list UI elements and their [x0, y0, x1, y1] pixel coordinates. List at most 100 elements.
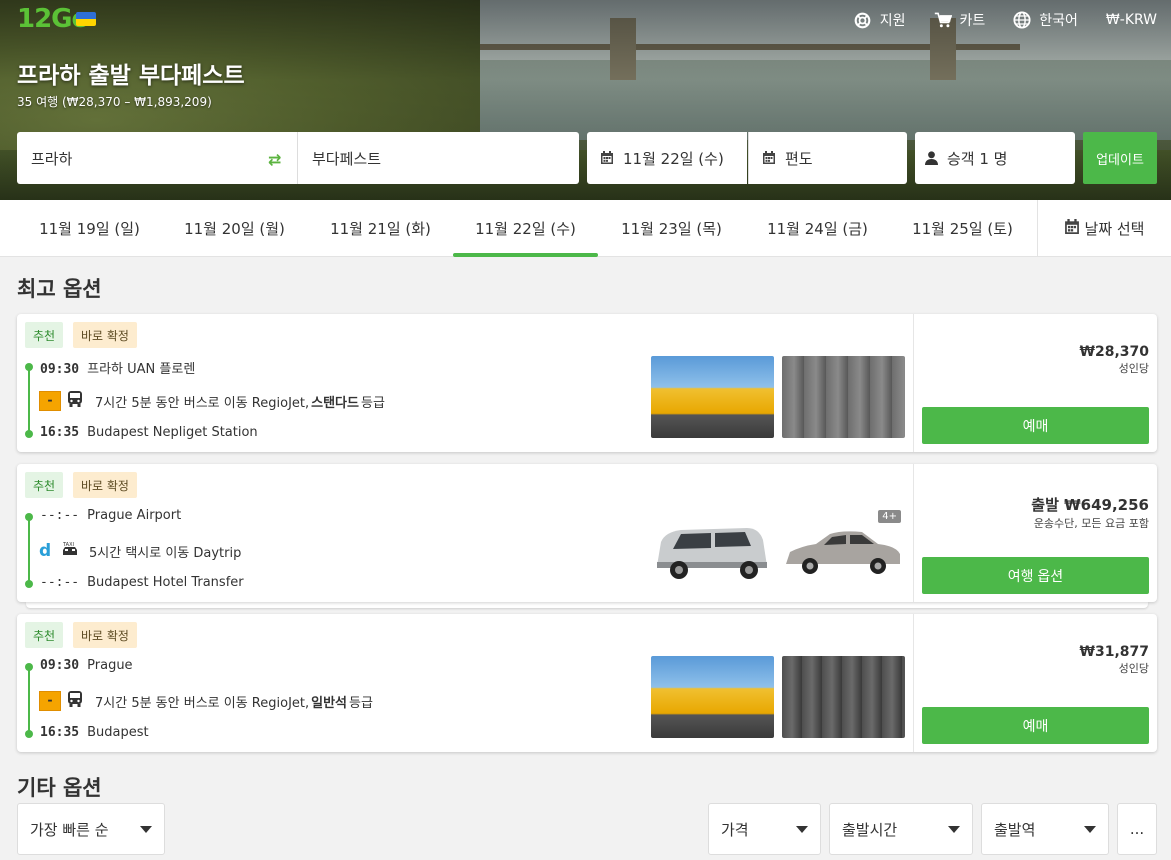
timeline-dot	[25, 580, 33, 588]
departure-time-filter[interactable]: 출발시간	[829, 803, 973, 855]
departure-date-value: 11월 22일 (수)	[623, 149, 724, 168]
date-tabs: 11월 19일 (일) 11월 20일 (월) 11월 21일 (화) 11월 …	[0, 200, 1171, 257]
segment-suffix: 등급	[360, 395, 385, 411]
result-card[interactable]: 추천 바로 확정 09:30 Prague ▬ 7시간 5분 동안 버스로 이동 …	[17, 614, 1157, 752]
seat-class: 일반석	[311, 695, 348, 711]
segment-description: 7시간 5분 동안 버스로 이동 RegioJet,	[95, 395, 310, 411]
departure-stop: 09:30 Prague	[40, 658, 133, 673]
bus-exterior-photo[interactable]	[651, 356, 774, 438]
page-title: 프라하 출발 부다페스트	[17, 63, 245, 89]
swap-icon[interactable]: ⇄	[268, 150, 281, 169]
departure-station-filter-label: 출발역	[994, 820, 1036, 839]
result-card[interactable]: 추천 바로 확정 09:30 프라하 UAN 플로렌 ▬ 7시간 5분 동안 버스…	[17, 314, 1157, 452]
user-icon	[925, 151, 939, 165]
from-field[interactable]: 프라하	[17, 132, 298, 184]
sort-value: 가장 빠른 순	[30, 820, 109, 839]
price-note: 성인당	[1118, 362, 1149, 375]
date-tab-nov25[interactable]: 11월 25일 (토)	[890, 200, 1035, 257]
arrival-stop: --:-- Budapest Hotel Transfer	[40, 575, 244, 590]
price-amount: 출발 ₩649,256	[1031, 496, 1149, 514]
caret-down-icon	[948, 825, 960, 833]
language-selector[interactable]: 한국어	[1013, 10, 1078, 30]
arrival-station: Budapest Hotel Transfer	[87, 575, 244, 590]
calendar-icon	[763, 151, 777, 165]
trip-options-button[interactable]: 여행 옵션	[922, 557, 1149, 594]
result-card[interactable]: 추천 바로 확정 --:-- Prague Airport d TAXI 5시간 …	[17, 464, 1157, 602]
arrival-time: 16:35	[40, 425, 80, 440]
price-filter[interactable]: 가격	[708, 803, 821, 855]
bus-icon	[67, 690, 95, 712]
seat-class: 스탠다드	[311, 395, 359, 411]
return-date-value: 편도	[785, 149, 813, 168]
price-block: ₩28,370 성인당	[1080, 344, 1149, 376]
currency-selector[interactable]: ₩-KRW	[1106, 10, 1157, 30]
caret-down-icon	[796, 825, 808, 833]
van-photo[interactable]	[651, 506, 774, 588]
price-panel: ₩31,877 성인당 예매	[913, 614, 1157, 752]
support-label: 지원	[879, 13, 906, 29]
bus-interior-photo[interactable]	[782, 656, 905, 738]
departure-station-filter[interactable]: 출발역	[981, 803, 1109, 855]
daytrip-logo-icon: d	[39, 541, 52, 561]
recommended-badge: 추천	[25, 472, 64, 498]
return-date-field[interactable]: 편도	[748, 132, 907, 184]
bus-interior-photo[interactable]	[782, 356, 905, 438]
more-filters-button[interactable]: ...	[1117, 803, 1157, 855]
segment-info: d TAXI 5시간 택시로 이동 Daytrip	[39, 541, 241, 561]
segment-suffix: 등급	[349, 695, 373, 711]
departure-time: 09:30	[40, 362, 80, 377]
cart-link[interactable]: 카트	[934, 10, 985, 30]
segment-info: ▬ 7시간 5분 동안 버스로 이동 RegioJet, 스탠다드 등급	[39, 390, 385, 412]
more-photos-badge: 4+	[878, 510, 901, 523]
caret-down-icon	[1084, 825, 1096, 833]
price-block: ₩31,877 성인당	[1080, 644, 1149, 676]
segment-description: 5시간 택시로 이동 Daytrip	[89, 545, 242, 561]
price-panel: 출발 ₩649,256 운송수단, 모든 요금 포함 여행 옵션	[913, 464, 1157, 602]
departure-stop: 09:30 프라하 UAN 플로렌	[40, 358, 195, 377]
book-button[interactable]: 예매	[922, 707, 1149, 744]
instant-confirm-badge: 바로 확정	[73, 322, 137, 348]
to-field[interactable]: 부다페스트	[298, 132, 579, 184]
more-filters-label: ...	[1129, 820, 1145, 838]
ukraine-flag-icon	[76, 12, 96, 26]
price-amount: ₩31,877	[1079, 644, 1149, 660]
language-label: 한국어	[1039, 13, 1078, 29]
departure-date-field[interactable]: 11월 22일 (수)	[587, 132, 747, 184]
departure-time: 09:30	[40, 658, 80, 673]
timeline-line	[28, 516, 30, 584]
timeline-dot	[25, 513, 33, 521]
to-value: 부다페스트	[312, 149, 382, 168]
sort-dropdown[interactable]: 가장 빠른 순	[17, 803, 165, 855]
date-tab-nov21[interactable]: 11월 21일 (화)	[308, 200, 453, 257]
book-button[interactable]: 예매	[922, 407, 1149, 444]
timeline-dot	[25, 363, 33, 371]
sedan-photo[interactable]: 4+	[782, 506, 905, 588]
calendar-icon	[1064, 219, 1079, 238]
date-tab-nov20[interactable]: 11월 20일 (월)	[162, 200, 307, 257]
update-button[interactable]: 업데이트	[1083, 132, 1157, 184]
price-amount: ₩28,370	[1079, 344, 1149, 360]
departure-station: Prague	[87, 658, 133, 673]
trip-count-summary: 35 여행 (₩28,370 – ₩1,893,209)	[17, 95, 212, 109]
recommended-badge: 추천	[25, 622, 64, 648]
other-options-heading: 기타 옵션	[17, 776, 102, 800]
from-value: 프라하	[31, 149, 73, 168]
top-navigation: 지원 카트 한국어 ₩-KRW	[854, 10, 1157, 30]
date-tab-nov24[interactable]: 11월 24일 (금)	[745, 200, 890, 257]
date-picker-button[interactable]: 날짜 선택	[1037, 200, 1171, 257]
bus-exterior-photo[interactable]	[651, 656, 774, 738]
date-tab-nov23[interactable]: 11월 23일 (목)	[599, 200, 744, 257]
date-tab-nov22[interactable]: 11월 22일 (수)	[453, 200, 598, 257]
support-link[interactable]: 지원	[854, 10, 906, 30]
cart-icon	[934, 11, 952, 29]
arrival-stop: 16:35 Budapest	[40, 725, 149, 740]
timeline-line	[28, 666, 30, 734]
departure-station: Prague Airport	[87, 508, 182, 523]
timeline-dot	[25, 663, 33, 671]
passengers-field[interactable]: 승객 1 명	[915, 132, 1075, 184]
calendar-icon	[601, 151, 615, 165]
bus-icon	[67, 390, 95, 412]
date-tab-nov19[interactable]: 11월 19일 (일)	[17, 200, 162, 257]
field-divider	[297, 132, 298, 184]
arrival-time: --:--	[40, 575, 80, 590]
